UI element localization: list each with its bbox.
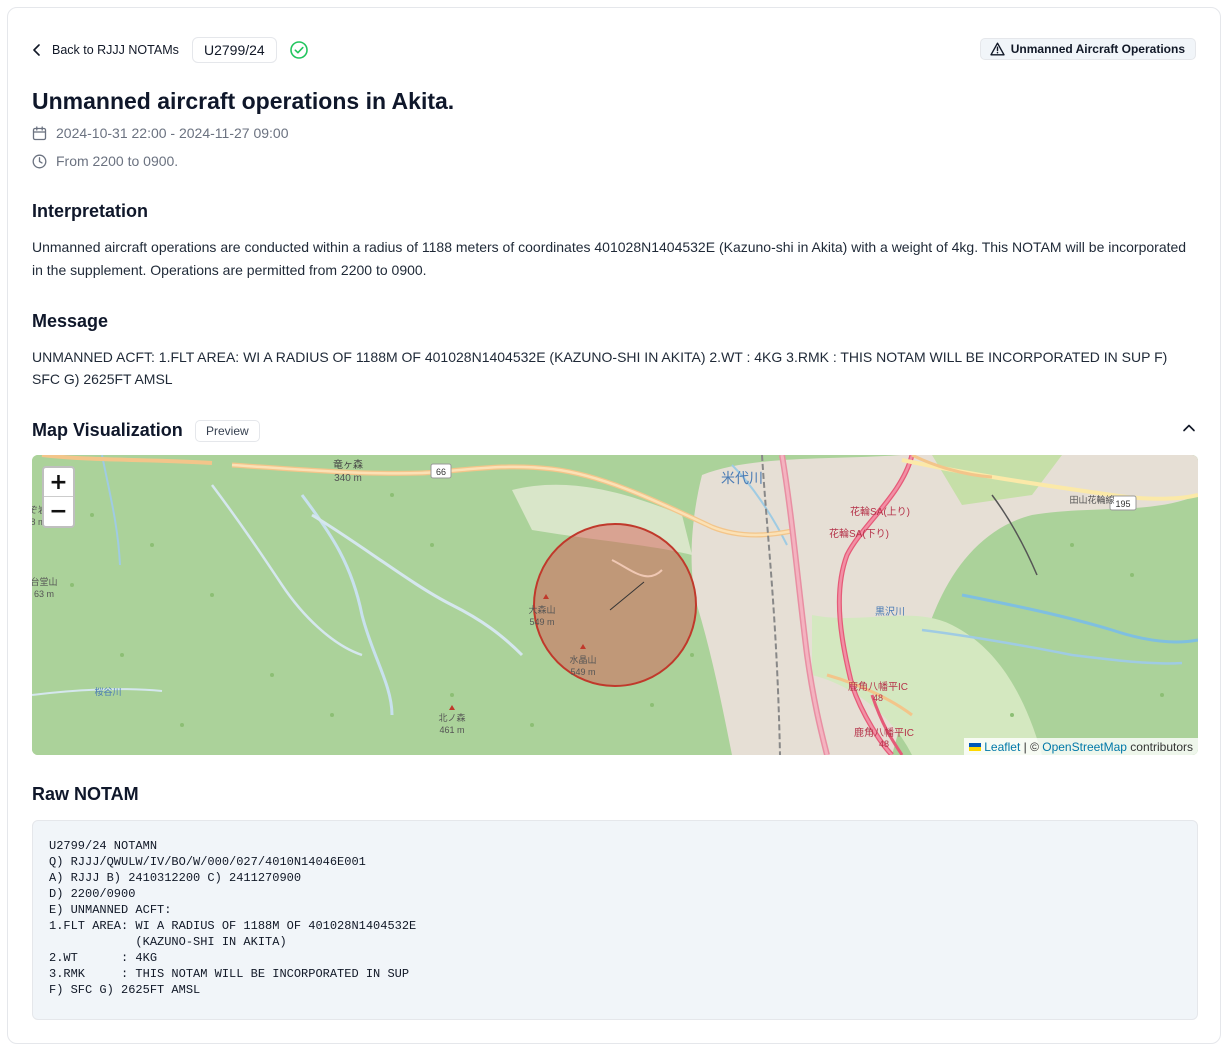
map-attribution: Leaflet | © OpenStreetMap contributors bbox=[964, 738, 1198, 755]
back-link-label: Back to RJJJ NOTAMs bbox=[52, 43, 179, 57]
check-circle-icon bbox=[290, 41, 308, 59]
attribution-separator: | © bbox=[1020, 739, 1043, 754]
map-label: 549 m bbox=[529, 617, 554, 627]
preview-badge: Preview bbox=[195, 420, 260, 442]
interpretation-heading: Interpretation bbox=[32, 201, 149, 221]
notam-type-label: Unmanned Aircraft Operations bbox=[1010, 42, 1185, 56]
map-label: 田山花輪線 bbox=[1069, 494, 1114, 505]
page-title: Unmanned aircraft operations in Akita. bbox=[32, 88, 455, 114]
openstreetmap-link[interactable]: OpenStreetMap bbox=[1042, 740, 1127, 754]
chevron-up-icon[interactable] bbox=[1182, 421, 1196, 435]
zoom-control: + − bbox=[42, 466, 75, 528]
calendar-icon bbox=[32, 125, 47, 140]
map-label: 花輪SA(下り) bbox=[829, 527, 889, 540]
raw-notam-heading: Raw NOTAM bbox=[32, 784, 139, 804]
map-heading: Map Visualization bbox=[32, 420, 183, 440]
map-label: 桜谷川 bbox=[94, 686, 121, 697]
map-view[interactable]: 竜ヶ森 340 m 66 195 米代川 花輪SA(上り) 花輪SA(下り) 大… bbox=[32, 455, 1198, 755]
map-label: 鹿角八幡平IC bbox=[848, 680, 908, 693]
schedule-text: From 2200 to 0900. bbox=[56, 153, 179, 169]
map-label: 66 bbox=[436, 467, 446, 477]
map-label: 北ノ森 bbox=[438, 712, 465, 723]
map-label: 大森山 bbox=[528, 604, 555, 615]
map-label: 水晶山 bbox=[569, 654, 596, 665]
map-label: 461 m bbox=[439, 725, 464, 735]
clock-icon bbox=[32, 154, 47, 168]
interpretation-text: Unmanned aircraft operations are conduct… bbox=[32, 239, 1187, 278]
header-row: Back to RJJJ NOTAMs U2799/24 Unmanned Ai… bbox=[32, 37, 1196, 63]
map-label: 48 bbox=[879, 739, 889, 749]
map-label: 549 m bbox=[570, 667, 595, 677]
map-label: 340 m bbox=[334, 473, 362, 484]
attribution-tail: contributors bbox=[1126, 739, 1193, 754]
raw-notam-text: U2799/24 NOTAMN Q) RJJJ/QWULW/IV/BO/W/00… bbox=[32, 820, 1198, 1020]
warning-triangle-icon bbox=[990, 42, 1005, 56]
notam-detail-card: Back to RJJJ NOTAMs U2799/24 Unmanned Ai… bbox=[7, 7, 1221, 1044]
map-label: 米代川 bbox=[721, 470, 763, 486]
validity-dates: 2024-10-31 22:00 - 2024-11-27 09:00 bbox=[32, 125, 288, 141]
zoom-out-button[interactable]: − bbox=[44, 497, 73, 526]
chevron-left-icon bbox=[33, 44, 40, 56]
ukraine-flag-icon bbox=[969, 742, 982, 751]
schedule: From 2200 to 0900. bbox=[32, 153, 178, 169]
validity-dates-text: 2024-10-31 22:00 - 2024-11-27 09:00 bbox=[56, 125, 289, 141]
map-label: 63 m bbox=[34, 589, 54, 599]
map-label: 花輪SA(上り) bbox=[850, 505, 910, 518]
message-text: UNMANNED ACFT: 1.FLT AREA: WI A RADIUS O… bbox=[32, 349, 1168, 387]
map-label: 195 bbox=[1115, 499, 1130, 509]
notam-type-badge: Unmanned Aircraft Operations bbox=[979, 38, 1196, 60]
zoom-in-button[interactable]: + bbox=[44, 468, 73, 497]
map-label: 黒沢川 bbox=[875, 605, 905, 618]
map-label: 48 bbox=[873, 693, 883, 703]
map-tiles: 竜ヶ森 340 m 66 195 米代川 花輪SA(上り) 花輪SA(下り) 大… bbox=[32, 455, 1198, 755]
notam-id-badge: U2799/24 bbox=[192, 37, 277, 63]
leaflet-link[interactable]: Leaflet bbox=[984, 740, 1020, 754]
message-heading: Message bbox=[32, 311, 109, 331]
map-label: 台堂山 bbox=[32, 576, 58, 587]
map-label: 竜ヶ森 bbox=[333, 458, 363, 471]
map-label: 鹿角八幡平IC bbox=[854, 726, 914, 739]
back-link[interactable]: Back to RJJJ NOTAMs bbox=[32, 37, 179, 63]
